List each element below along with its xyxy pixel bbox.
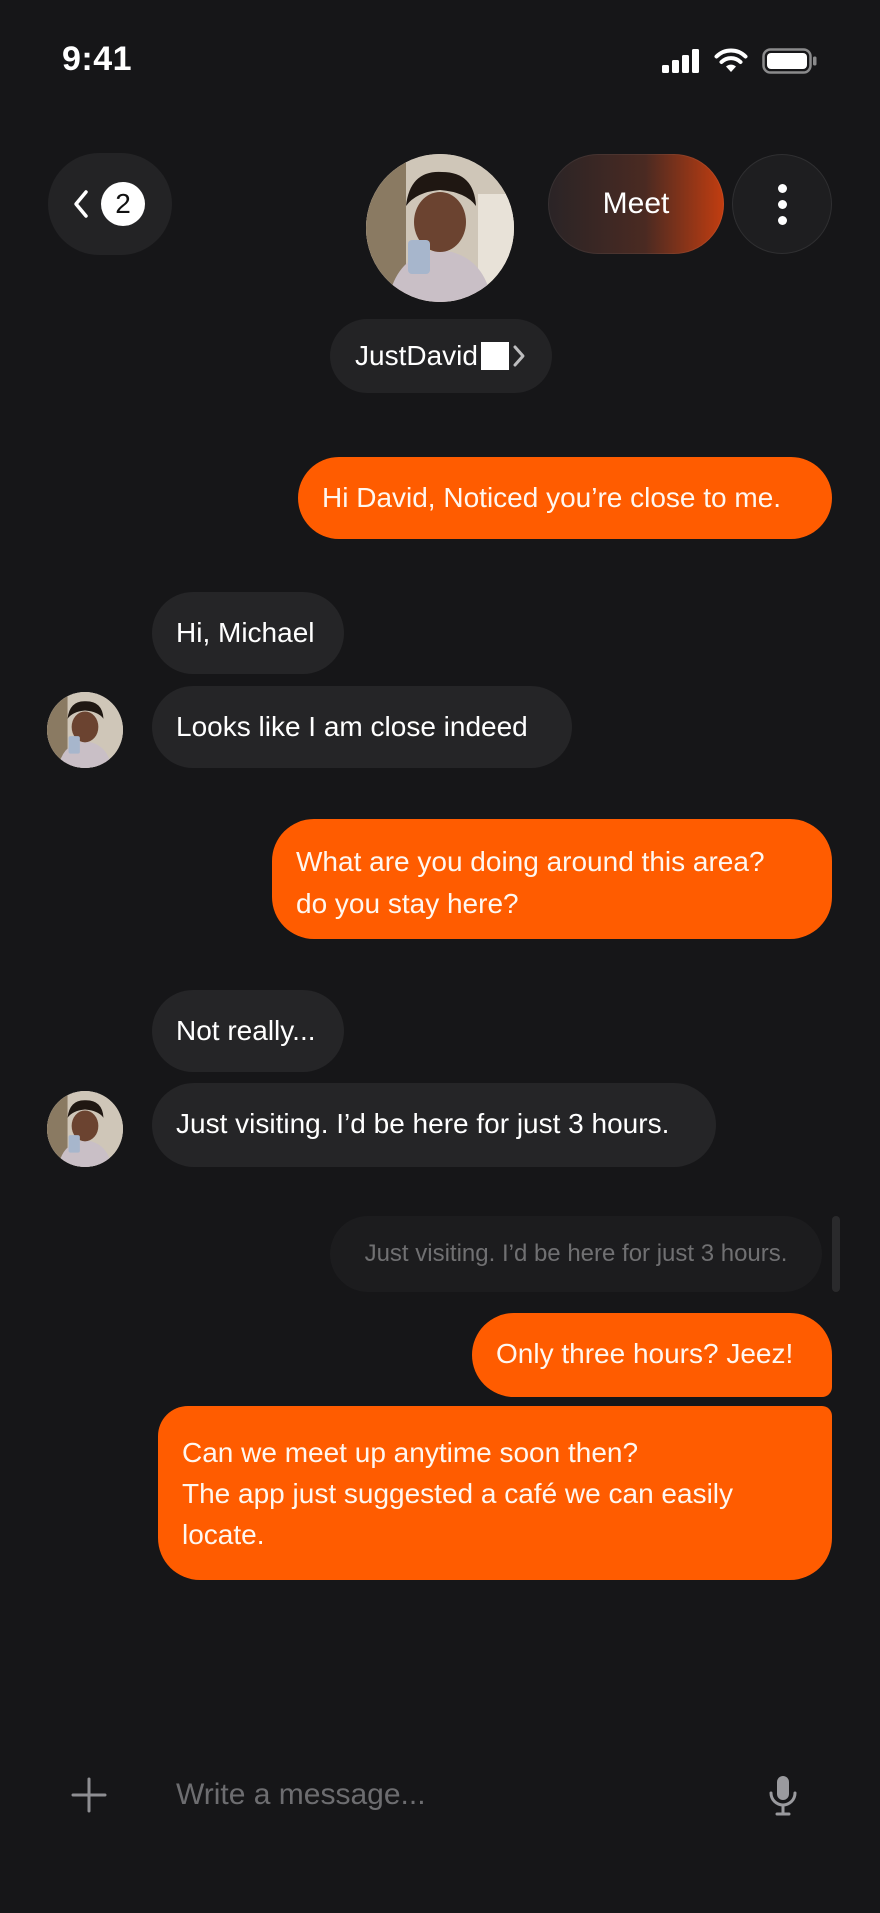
message-input[interactable]: [176, 1770, 736, 1820]
signal-icon: [662, 49, 699, 73]
contact-name: JustDavid: [355, 340, 478, 371]
back-button[interactable]: 2: [48, 153, 172, 255]
redacted-block: [480, 342, 509, 370]
more-vertical-icon: [777, 183, 787, 193]
contact-avatar-small: [47, 1091, 123, 1167]
message-bubble-incoming[interactable]: Just visiting. I’d be here for just 3 ho…: [152, 1083, 716, 1167]
unread-count-badge: 2: [101, 182, 145, 226]
chevron-right-icon: [513, 345, 525, 367]
contact-avatar-small: [47, 692, 123, 768]
message-bubble-outgoing[interactable]: Only three hours? Jeez!: [472, 1313, 832, 1397]
more-options-button[interactable]: [732, 154, 832, 254]
message-bubble-outgoing[interactable]: Hi David, Noticed you’re close to me.: [298, 457, 832, 539]
message-bubble-outgoing[interactable]: Can we meet up anytime soon then? The ap…: [158, 1406, 832, 1580]
contact-name-pill[interactable]: JustDavid: [330, 319, 552, 393]
plus-icon[interactable]: [70, 1776, 108, 1814]
meet-button[interactable]: Meet: [548, 154, 724, 254]
battery-icon: [762, 48, 817, 74]
avatar-photo: [366, 154, 514, 302]
status-icons: [662, 48, 818, 74]
contact-avatar[interactable]: [366, 154, 514, 302]
status-time: 9:41: [62, 40, 133, 78]
message-bubble-incoming[interactable]: Not really...: [152, 990, 344, 1072]
message-bubble-outgoing[interactable]: What are you doing around this area? do …: [272, 819, 832, 939]
reply-preview[interactable]: Just visiting. I’d be here for just 3 ho…: [330, 1216, 822, 1292]
message-bubble-incoming[interactable]: Hi, Michael: [152, 592, 344, 674]
message-bubble-incoming[interactable]: Looks like I am close indeed: [152, 686, 572, 768]
microphone-icon[interactable]: [768, 1774, 798, 1816]
reply-preview-bar: [832, 1216, 840, 1292]
chevron-left-icon: [74, 190, 88, 218]
wifi-icon: [714, 48, 748, 72]
